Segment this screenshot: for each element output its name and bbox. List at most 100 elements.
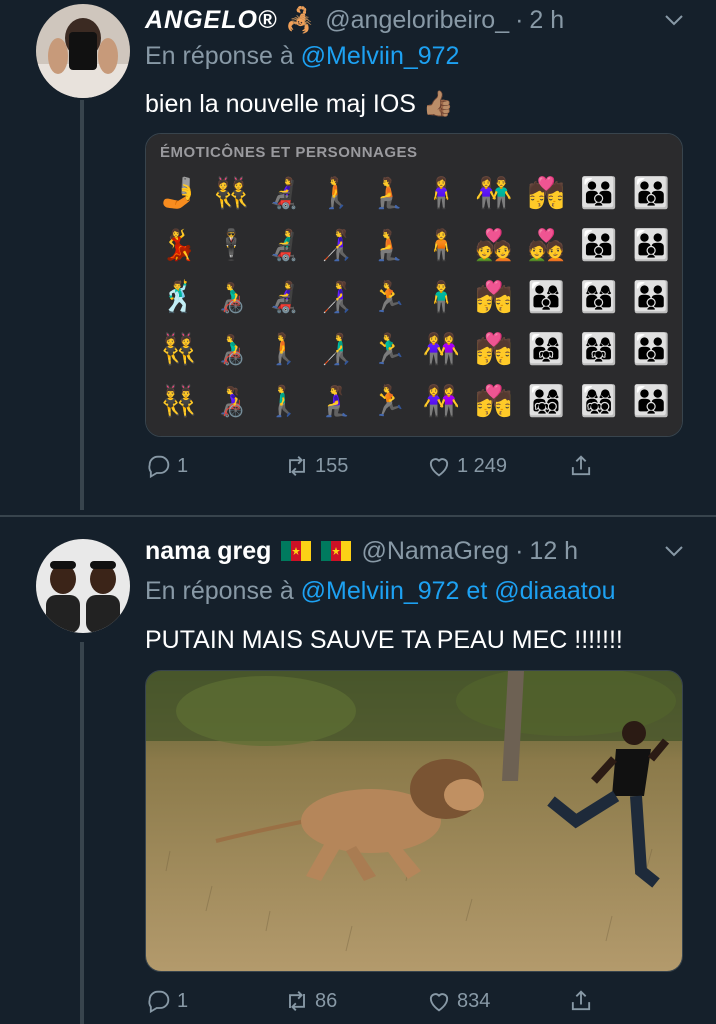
emoji-glyph: 💏 xyxy=(475,280,513,314)
mention-link[interactable]: @Melviin_972 xyxy=(301,577,460,605)
timestamp[interactable]: 12 h xyxy=(529,537,578,566)
emoji-glyph: 🧎 xyxy=(370,228,408,262)
reply-prefix: En réponse à xyxy=(145,577,294,605)
emoji-glyph: 👩‍🦼 xyxy=(265,176,303,210)
chevron-down-icon[interactable] xyxy=(662,539,686,563)
share-button[interactable] xyxy=(567,452,599,480)
mention-link[interactable]: @Melviin_972 xyxy=(301,42,460,70)
emoji-glyph: 💏 xyxy=(475,332,513,366)
like-count: 1 249 xyxy=(457,454,508,477)
avatar[interactable] xyxy=(36,4,130,98)
avatar[interactable] xyxy=(36,539,130,633)
emoji-glyph: 👨‍🦼 xyxy=(265,228,303,262)
emoji-glyph: 💑 xyxy=(527,228,566,262)
emoji-glyph: 👪 xyxy=(580,176,618,210)
emoji-glyph: 💏 xyxy=(475,384,513,418)
emoji-category-title: ÉMOTICÔNES ET PERSONNAGES xyxy=(160,144,418,161)
mention-link[interactable]: @diaaatou xyxy=(494,577,615,605)
emoji-glyph: 👪 xyxy=(632,176,671,210)
tweet-header: ANGELO® 🦂 @angeloribeiro_ · 2 h xyxy=(145,0,696,40)
retweet-icon xyxy=(289,991,305,1011)
emoji-glyph: 👪 xyxy=(632,332,671,366)
reply-icon xyxy=(148,455,170,479)
emoji-grid: 🤳 👯 👩‍🦼 🚶 🧎 🧍‍♀️ 👫 💏 👪 👪 💃 🕴️ 👨‍🦼 👩‍🦯 🧎 🧍 💑 💑 👪 👪 🕺 👨‍🦽 👩‍🦼 👩‍🦯… xyxy=(154,168,682,436)
retweet-icon xyxy=(289,456,305,476)
emoji-glyph: 👨‍🦯 xyxy=(317,332,356,366)
emoji-glyph: 👨‍🦽 xyxy=(212,280,251,314)
like-count: 834 xyxy=(457,989,491,1012)
reply-prefix: En réponse à xyxy=(145,42,294,70)
emoji-glyph: 🧍‍♀️ xyxy=(422,176,461,210)
emoji-glyph: 🕴️ xyxy=(212,228,251,262)
tweet-angelo[interactable]: ANGELO® 🦂 @angeloribeiro_ · 2 h En répon… xyxy=(0,0,716,517)
display-name[interactable]: ANGELO® xyxy=(145,6,277,35)
reply-context: En réponse à @Melviin_972 et @diaaatou xyxy=(145,577,616,606)
emoji-glyph: 👨‍👩‍👦 xyxy=(527,280,566,314)
reply-count: 1 xyxy=(177,989,189,1012)
timeline: ANGELO® 🦂 @angeloribeiro_ · 2 h En répon… xyxy=(0,0,716,1024)
emoji-glyph: 🏃 xyxy=(370,384,408,418)
thread-line xyxy=(80,642,84,1024)
emoji-glyph: 👩‍👩‍👧 xyxy=(580,332,618,366)
tweet-media-image[interactable]: ÉMOTICÔNES ET PERSONNAGES 🤳 👯 👩‍🦼 🚶 🧎 🧍‍♀️ 👫 💏 👪… xyxy=(145,133,683,437)
share-icon xyxy=(571,455,591,476)
share-button[interactable] xyxy=(567,987,599,1015)
scorpion-emoji: 🦂 xyxy=(285,6,316,34)
retweet-button[interactable]: 86 xyxy=(283,987,337,1015)
emoji-glyph: 👪 xyxy=(632,280,671,314)
tweet-text: PUTAIN MAIS SAUVE TA PEAU MEC !!!!!!! xyxy=(145,626,623,654)
like-button[interactable]: 834 xyxy=(425,987,490,1015)
emoji-glyph: 💏 xyxy=(527,176,566,210)
timestamp[interactable]: 2 h xyxy=(529,6,564,35)
emoji-glyph: 🧍 xyxy=(422,228,461,262)
emoji-glyph: 👨‍👩‍👧‍👦 xyxy=(527,384,566,418)
emoji-keyboard-screenshot: ÉMOTICÔNES ET PERSONNAGES 🤳 👯 👩‍🦼 🚶 🧎 🧍‍♀️ 👫 💏 👪… xyxy=(146,134,682,436)
tweet-header: nama greg @NamaGreg · 12 h xyxy=(145,531,696,571)
emoji-glyph: 🧎 xyxy=(370,176,408,210)
reply-button[interactable]: 1 xyxy=(145,987,188,1015)
emoji-glyph: 👨‍👩‍👧 xyxy=(527,332,566,366)
reply-context: En réponse à @Melviin_972 xyxy=(145,42,459,71)
like-icon xyxy=(429,993,449,1012)
emoji-glyph: 👩‍👩‍👦 xyxy=(580,280,618,314)
mention-joiner: et xyxy=(466,577,488,605)
chevron-down-icon[interactable] xyxy=(662,8,686,32)
emoji-glyph: 👩‍🦼 xyxy=(265,280,303,314)
retweet-count: 86 xyxy=(315,989,338,1012)
emoji-glyph: 👩‍🦽 xyxy=(212,384,251,418)
tweet-actions: 1 86 834 xyxy=(145,987,605,1017)
reply-icon xyxy=(148,990,170,1014)
emoji-glyph: 🕺 xyxy=(160,280,198,314)
share-icon xyxy=(571,990,591,1011)
handle[interactable]: @angeloribeiro_ xyxy=(325,6,509,35)
reply-button[interactable]: 1 xyxy=(145,452,188,480)
retweet-button[interactable]: 155 xyxy=(283,452,348,480)
emoji-glyph: 👩‍👩‍👧‍👦 xyxy=(580,384,618,418)
emoji-glyph: 🚶 xyxy=(317,176,356,210)
emoji-glyph: 👫 xyxy=(475,176,513,210)
emoji-glyph: 🏃‍♂️ xyxy=(370,332,408,366)
handle[interactable]: @NamaGreg xyxy=(361,537,509,566)
emoji-glyph: 👩‍🦯 xyxy=(317,280,356,314)
like-button[interactable]: 1 249 xyxy=(425,452,507,480)
emoji-glyph: 👩‍🦯 xyxy=(317,228,356,262)
reply-count: 1 xyxy=(177,454,189,477)
emoji-glyph: 👨‍🦽 xyxy=(212,332,251,366)
emoji-glyph: 🧎‍♀️ xyxy=(317,384,356,418)
tweet-media-image[interactable] xyxy=(145,670,683,972)
tweet-nama-greg[interactable]: nama greg @NamaGreg · 12 h En réponse à … xyxy=(0,517,716,1024)
like-icon xyxy=(429,458,449,477)
separator-dot: · xyxy=(515,5,524,34)
emoji-glyph: 👯 xyxy=(212,176,251,210)
emoji-glyph: 👯‍♂️ xyxy=(160,384,198,418)
separator-dot: · xyxy=(515,536,524,565)
lion-chase-photo xyxy=(146,671,682,971)
cameroon-flag-icon xyxy=(321,541,352,561)
emoji-glyph: 🚶‍♂️ xyxy=(265,384,303,418)
emoji-glyph: 🚶 xyxy=(265,332,303,366)
tweet-actions: 1 155 1 249 xyxy=(145,452,605,482)
display-name[interactable]: nama greg xyxy=(145,537,271,566)
emoji-glyph: 🧍‍♂️ xyxy=(422,280,461,314)
thread-line xyxy=(80,100,84,510)
emoji-glyph: 💑 xyxy=(475,228,513,262)
